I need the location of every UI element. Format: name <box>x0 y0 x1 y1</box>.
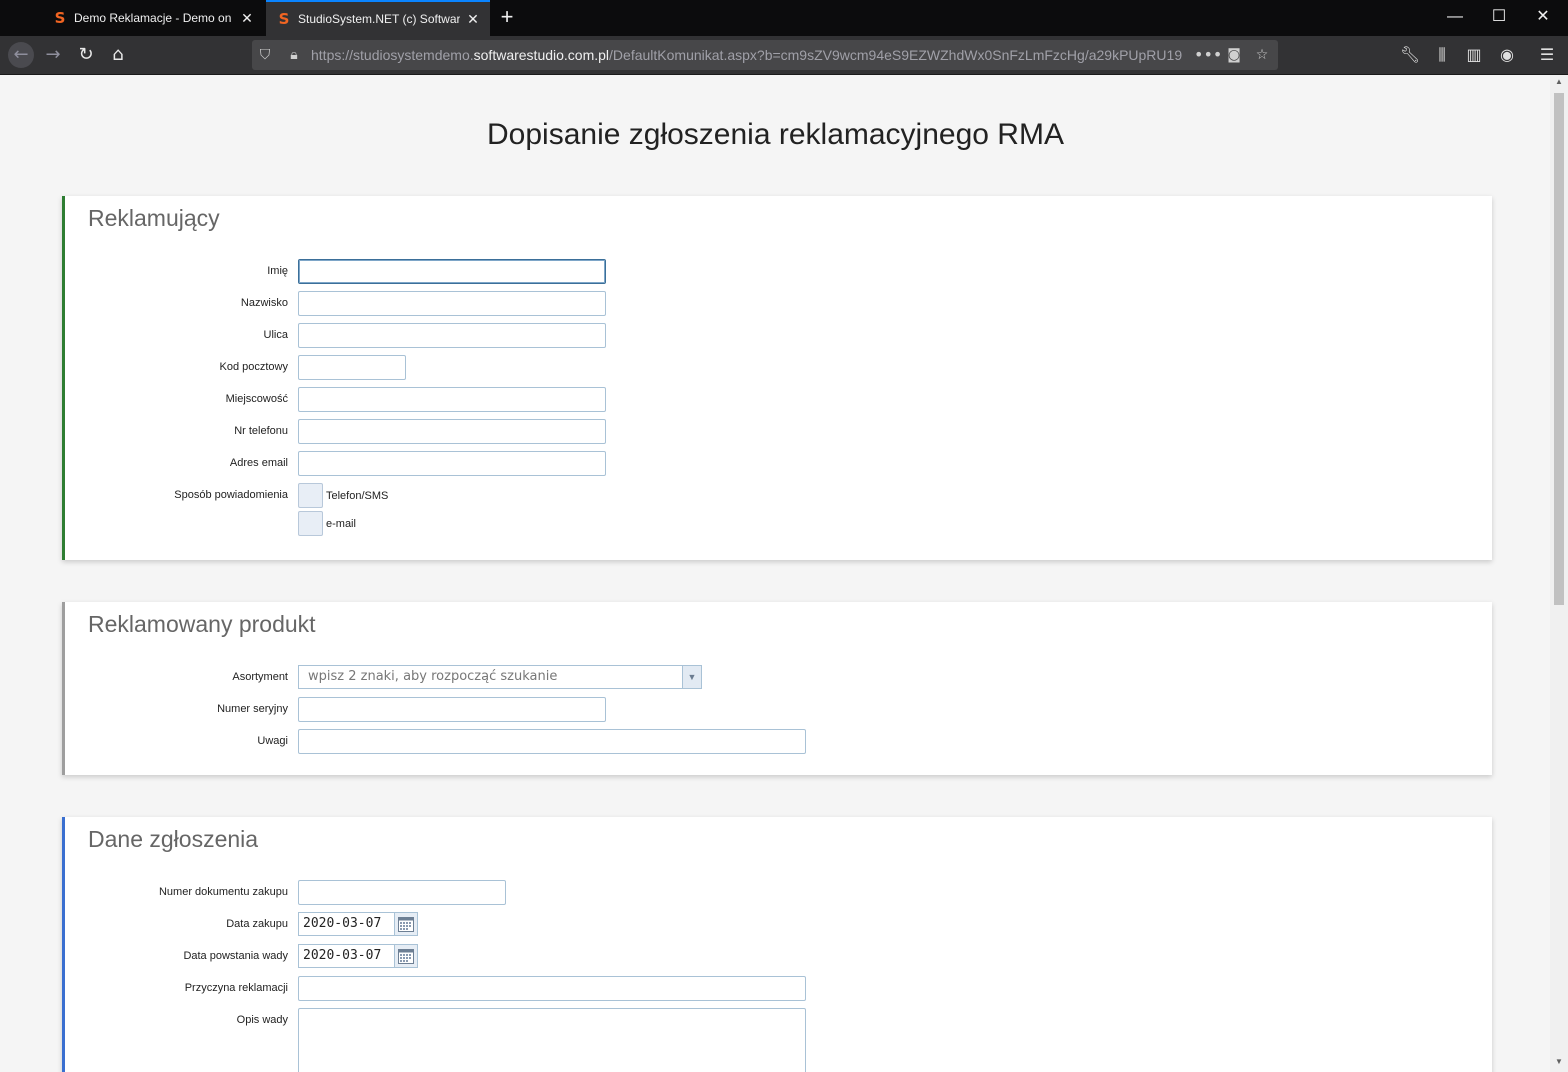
panel-reklamujacy: Reklamujący Imię Nazwisko Ulica Kod pocz… <box>62 196 1492 560</box>
menu-icon[interactable]: ☰ <box>1535 43 1559 67</box>
ulica-input[interactable] <box>298 323 606 348</box>
forward-arrow-icon[interactable]: → <box>40 42 66 68</box>
email-label: Adres email <box>229 457 288 469</box>
miejscowosc-input[interactable] <box>298 387 606 412</box>
page-viewport: Dopisanie zgłoszenia reklamacyjnego RMA … <box>1 75 1550 1072</box>
numer-dokumentu-input[interactable] <box>298 880 506 905</box>
scrollbar-thumb[interactable] <box>1554 93 1564 605</box>
asortyment-label: Asortyment <box>232 671 288 683</box>
close-tab-icon[interactable]: ✕ <box>238 9 256 27</box>
telefon-input[interactable] <box>298 419 606 444</box>
lock-icon[interactable]: 🔒︎ <box>283 44 305 66</box>
url-text[interactable]: https://studiosystemdemo.softwarestudio.… <box>311 40 1191 70</box>
url-prefix: https://studiosystemdemo. <box>311 47 474 63</box>
browser-nav-bar: ← → ↻ ⌂ ⛉ 🔒︎ https://studiosystemdemo.so… <box>0 36 1568 75</box>
reload-icon[interactable]: ↻ <box>73 42 99 68</box>
email-checkbox[interactable] <box>298 511 323 536</box>
sposob-powiadomienia-label: Sposób powiadomienia <box>174 489 288 501</box>
page-title: Dopisanie zgłoszenia reklamacyjnego RMA <box>487 118 1064 152</box>
library-icon[interactable]: ⫼ <box>1430 43 1454 67</box>
data-powstania-wady-picker[interactable]: 2020-03-07 <box>298 944 418 968</box>
nazwisko-label: Nazwisko <box>240 297 288 309</box>
minimize-icon[interactable]: — <box>1442 6 1468 28</box>
account-icon[interactable]: ◉ <box>1495 43 1519 67</box>
opis-wady-label: Opis wady <box>236 1014 288 1026</box>
calendar-icon[interactable] <box>395 912 418 936</box>
uwagi-label: Uwagi <box>257 735 288 747</box>
panel-title: Dane zgłoszenia <box>88 826 259 852</box>
panel-reklamowany-produkt: Reklamowany produkt Asortyment wpisz 2 z… <box>62 602 1492 775</box>
panel-title: Reklamujący <box>88 205 220 231</box>
opis-wady-textarea[interactable] <box>298 1008 806 1072</box>
home-icon[interactable]: ⌂ <box>105 42 131 68</box>
pocket-icon[interactable]: ◙ <box>1223 44 1245 66</box>
przyczyna-reklamacji-label: Przyczyna reklamacji <box>184 982 288 994</box>
miejscowosc-label: Miejscowość <box>225 393 288 405</box>
new-tab-icon[interactable]: + <box>496 6 518 28</box>
telefon-label: Nr telefonu <box>234 425 288 437</box>
close-window-icon[interactable]: ✕ <box>1530 6 1556 28</box>
nazwisko-input[interactable] <box>298 291 606 316</box>
data-zakupu-input[interactable]: 2020-03-07 <box>298 912 395 936</box>
browser-tab-bar: S Demo Reklamacje - Demo on li ✕ S Studi… <box>0 0 1568 36</box>
email-option-label: e-mail <box>326 518 356 530</box>
uwagi-input[interactable] <box>298 729 806 754</box>
kod-pocztowy-input[interactable] <box>298 355 406 380</box>
studiosystem-favicon-icon: S <box>278 10 290 28</box>
numer-dokumentu-label: Numer dokumentu zakupu <box>158 886 288 898</box>
data-powstania-wady-input[interactable]: 2020-03-07 <box>298 944 395 968</box>
data-zakupu-picker[interactable]: 2020-03-07 <box>298 912 418 936</box>
bookmark-star-icon[interactable]: ☆ <box>1251 44 1273 66</box>
url-domain: softwarestudio.com.pl <box>473 47 610 63</box>
kod-pocztowy-label: Kod pocztowy <box>219 361 288 373</box>
imie-input[interactable] <box>298 259 606 284</box>
page-scrollbar[interactable]: ▲ ▼ <box>1550 75 1568 1072</box>
scroll-up-arrow-icon[interactable]: ▲ <box>1554 77 1564 89</box>
chevron-down-icon[interactable]: ▼ <box>682 666 701 688</box>
more-actions-icon[interactable]: ••• <box>1194 44 1222 66</box>
panel-title: Reklamowany produkt <box>88 611 316 637</box>
shield-icon[interactable]: ⛉ <box>254 44 276 66</box>
numer-seryjny-input[interactable] <box>298 697 606 722</box>
imie-label: Imię <box>267 265 288 277</box>
url-path: /DefaultKomunikat.aspx?b=cm9sZV9wcm94eS9… <box>609 47 1183 63</box>
telefon-sms-checkbox[interactable] <box>298 483 323 508</box>
scroll-down-arrow-icon[interactable]: ▼ <box>1554 1057 1564 1069</box>
email-input[interactable] <box>298 451 606 476</box>
numer-seryjny-label: Numer seryjny <box>217 703 288 715</box>
tab-title: StudioSystem.NET (c) Software <box>298 12 460 26</box>
studiosystem-favicon-icon: S <box>54 9 66 27</box>
wrench-icon[interactable]: 🔧︎ <box>1398 43 1422 67</box>
browser-tab-demo-reklamacje[interactable]: S Demo Reklamacje - Demo on li ✕ <box>42 0 264 36</box>
data-zakupu-label: Data zakupu <box>226 918 288 930</box>
back-arrow-icon[interactable]: ← <box>8 42 34 68</box>
asortyment-placeholder: wpisz 2 znaki, aby rozpocząć szukanie <box>308 669 558 684</box>
telefon-sms-label: Telefon/SMS <box>326 490 389 502</box>
sidebar-icon[interactable]: ▥ <box>1462 43 1486 67</box>
browser-tab-studiosystem[interactable]: S StudioSystem.NET (c) Software ✕ <box>266 0 490 36</box>
maximize-icon[interactable]: ☐ <box>1486 6 1512 28</box>
panel-dane-zgloszenia: Dane zgłoszenia Numer dokumentu zakupu D… <box>62 817 1492 1072</box>
close-tab-icon[interactable]: ✕ <box>464 10 482 28</box>
data-powstania-wady-label: Data powstania wady <box>183 950 288 962</box>
address-bar[interactable]: ⛉ 🔒︎ https://studiosystemdemo.softwarest… <box>252 40 1278 70</box>
calendar-icon[interactable] <box>395 944 418 968</box>
asortyment-combobox[interactable]: wpisz 2 znaki, aby rozpocząć szukanie ▼ <box>298 665 702 689</box>
przyczyna-reklamacji-input[interactable] <box>298 976 806 1001</box>
tab-title: Demo Reklamacje - Demo on li <box>74 11 234 25</box>
ulica-label: Ulica <box>263 329 288 341</box>
